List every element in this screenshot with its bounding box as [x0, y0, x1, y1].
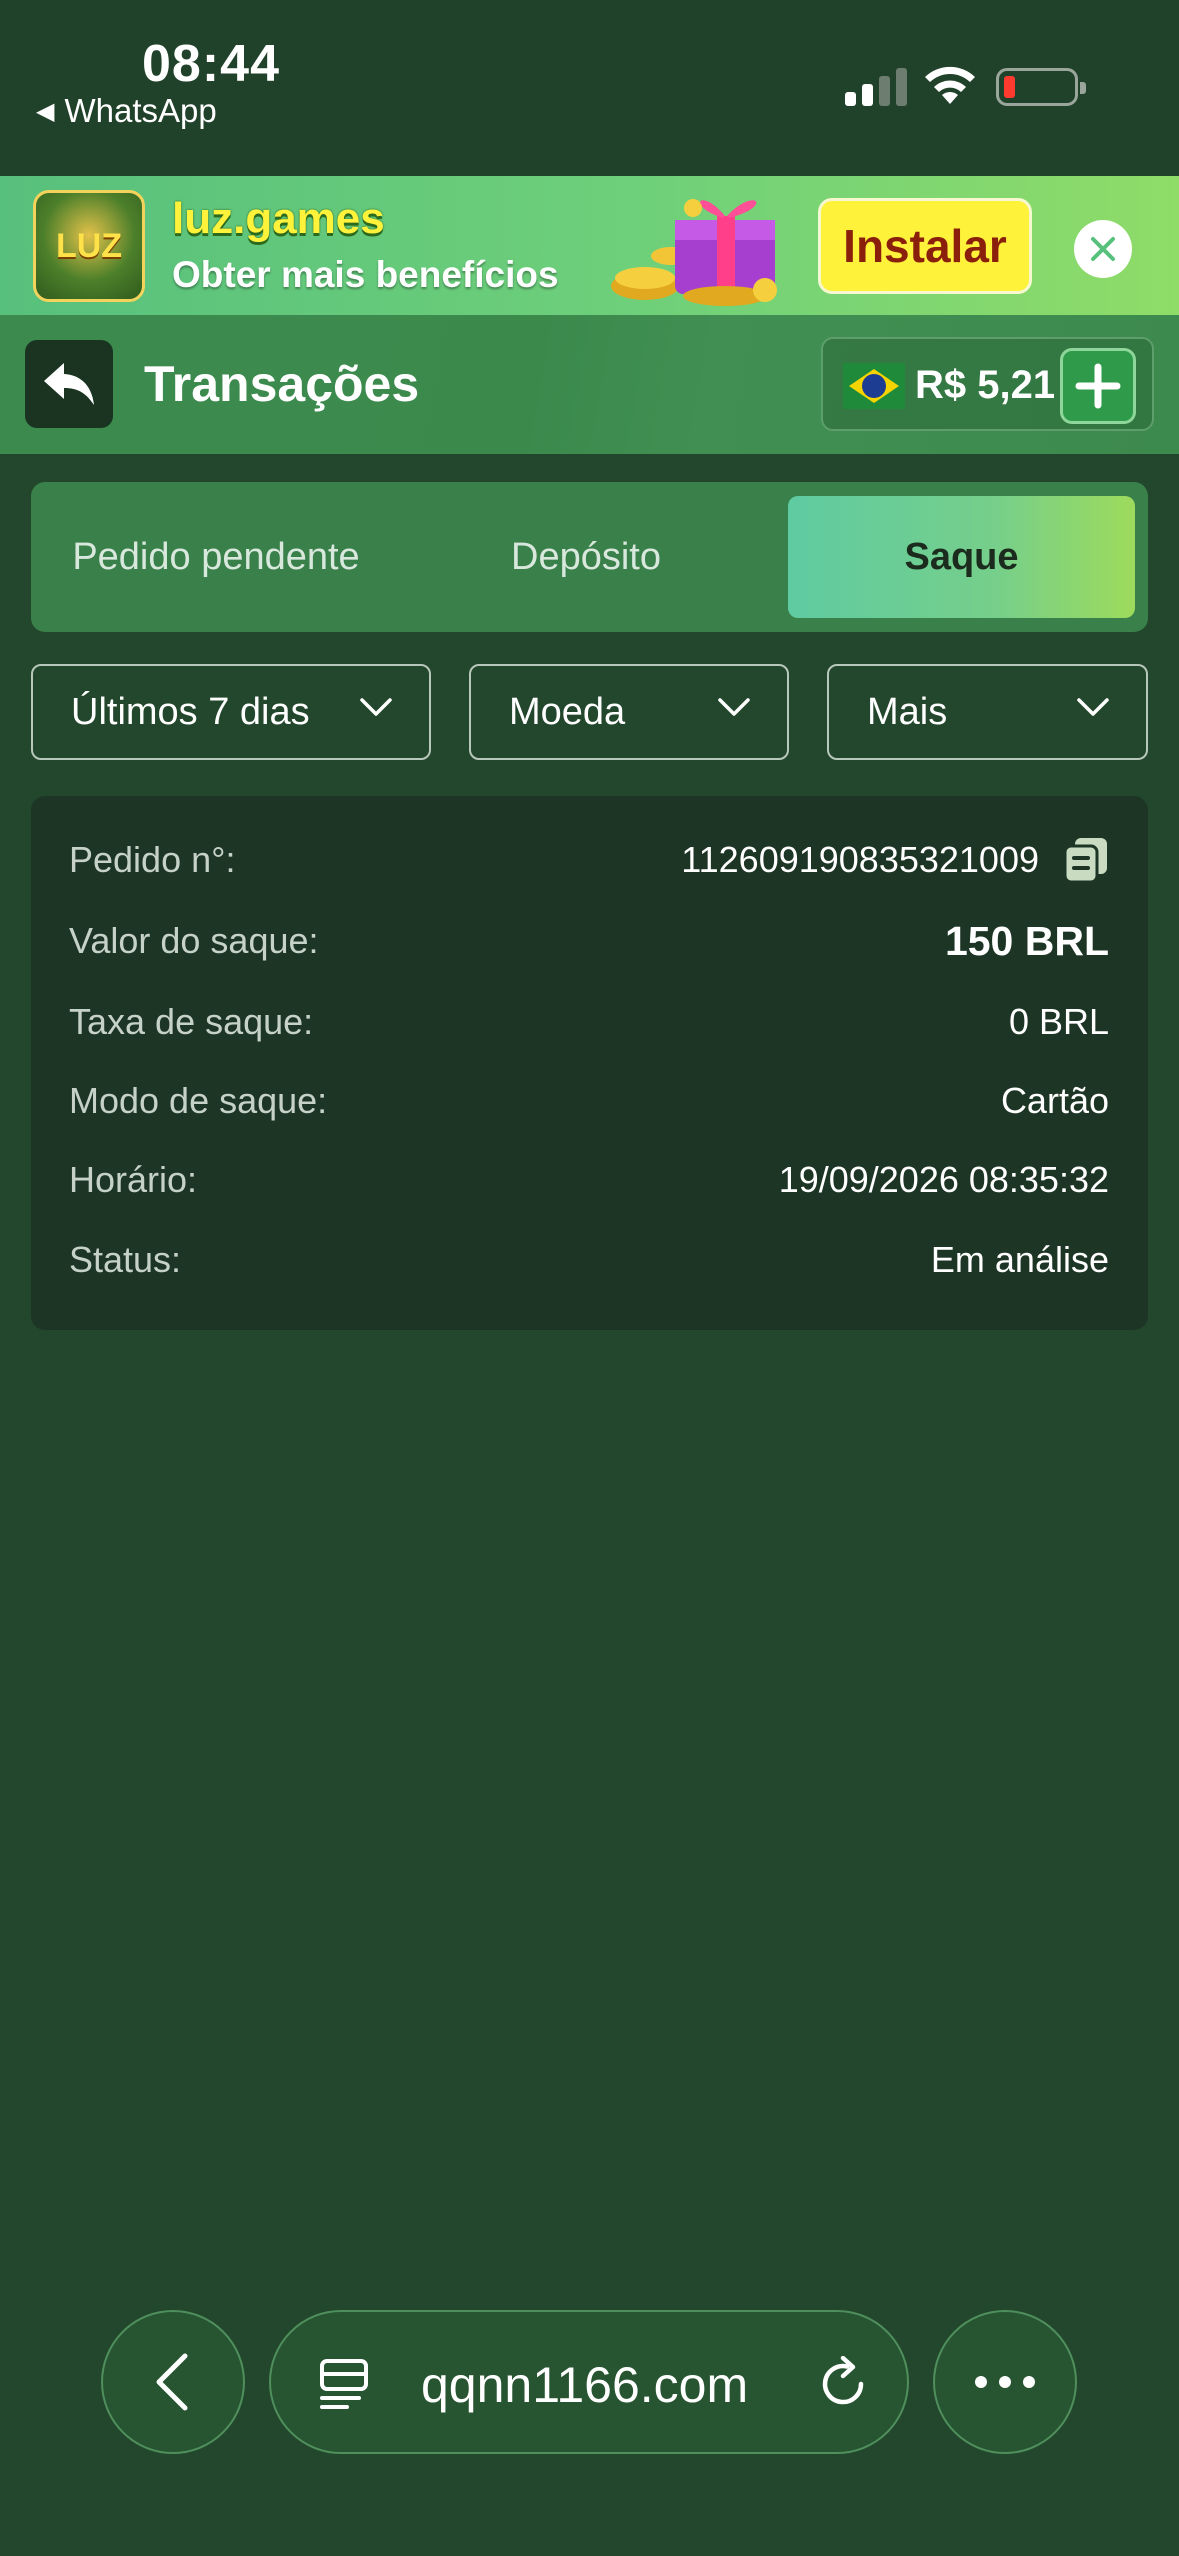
- back-to-app-link[interactable]: ◀ WhatsApp: [36, 92, 217, 130]
- status-row: Status: Em análise: [69, 1230, 1109, 1290]
- tab-withdrawal[interactable]: Saque: [788, 496, 1135, 618]
- back-triangle-icon: ◀: [36, 97, 55, 125]
- chevron-left-icon: [156, 2353, 188, 2411]
- withdrawal-fee-row: Taxa de saque: 0 BRL: [69, 992, 1109, 1052]
- page-title: Transações: [144, 356, 420, 412]
- plus-icon: [1075, 363, 1121, 409]
- balance-widget: R$ 5,21: [821, 337, 1154, 431]
- close-icon: [1091, 237, 1115, 261]
- balance-amount: R$ 5,21: [915, 363, 1056, 407]
- install-banner: LUZ luz.games Obter mais benefícios Inst…: [0, 176, 1179, 315]
- withdrawal-amount-value: 150 BRL: [944, 917, 1109, 964]
- transaction-card: Pedido n°: 112609190835321009 Valor do s…: [31, 796, 1148, 1330]
- back-button[interactable]: [25, 340, 113, 428]
- close-banner-button[interactable]: [1074, 220, 1132, 278]
- time-label: Horário:: [69, 1159, 198, 1200]
- withdrawal-mode-row: Modo de saque: Cartão: [69, 1071, 1109, 1131]
- currency-filter-label: Moeda: [509, 690, 626, 733]
- gift-coins-icon: [611, 199, 777, 306]
- brazil-flag-icon: [843, 363, 905, 409]
- withdrawal-amount-label: Valor do saque:: [69, 920, 319, 961]
- transaction-tabs: Pedido pendente Depósito Saque: [31, 482, 1148, 632]
- cellular-signal-icon: [845, 66, 907, 106]
- order-number-label: Pedido n°:: [69, 839, 236, 880]
- deposit-plus-button[interactable]: [1060, 348, 1136, 424]
- withdrawal-fee-value: 0 BRL: [1008, 1001, 1109, 1042]
- url-text: qqnn1166.com: [421, 2357, 749, 2413]
- status-time: 08:44: [142, 35, 280, 93]
- order-number-row: Pedido n°: 112609190835321009: [69, 830, 1109, 890]
- time-value: 19/09/2026 08:35:32: [778, 1159, 1109, 1200]
- browser-more-button[interactable]: [933, 2310, 1077, 2454]
- more-dots-icon: [975, 2376, 1035, 2388]
- status-label: Status:: [69, 1239, 182, 1280]
- page-header: Transações R$ 5,21: [0, 315, 1179, 454]
- more-filter-label: Mais: [867, 690, 948, 733]
- copy-icon[interactable]: [1063, 836, 1109, 884]
- reply-arrow-icon: [44, 363, 94, 405]
- status-bar: 08:44 ◀ WhatsApp: [0, 0, 1179, 176]
- withdrawal-mode-value: Cartão: [1000, 1080, 1109, 1121]
- time-row: Horário: 19/09/2026 08:35:32: [69, 1150, 1109, 1210]
- withdrawal-amount-row: Valor do saque: 150 BRL: [69, 911, 1109, 971]
- withdrawal-mode-label: Modo de saque:: [69, 1080, 328, 1121]
- more-filter-dropdown[interactable]: Mais: [827, 664, 1148, 760]
- chevron-down-icon: [360, 698, 392, 716]
- back-app-label: WhatsApp: [64, 92, 217, 129]
- status-value: Em análise: [930, 1239, 1109, 1280]
- period-filter-label: Últimos 7 dias: [71, 690, 310, 733]
- tab-deposit[interactable]: Depósito: [401, 482, 771, 632]
- currency-filter-dropdown[interactable]: Moeda: [469, 664, 789, 760]
- banner-subtitle: Obter mais benefícios: [172, 254, 559, 295]
- wifi-icon: [925, 66, 975, 104]
- reload-icon[interactable]: [817, 2356, 871, 2412]
- chevron-down-icon: [1077, 698, 1109, 716]
- install-button[interactable]: Instalar: [818, 198, 1032, 294]
- withdrawal-fee-label: Taxa de saque:: [69, 1001, 314, 1042]
- tab-pending-orders[interactable]: Pedido pendente: [31, 482, 401, 632]
- banner-title: luz.games: [172, 194, 385, 243]
- period-filter-dropdown[interactable]: Últimos 7 dias: [31, 664, 431, 760]
- address-bar[interactable]: qqnn1166.com: [269, 2310, 909, 2454]
- browser-back-button[interactable]: [101, 2310, 245, 2454]
- reader-icon: [320, 2359, 368, 2409]
- app-logo: LUZ: [33, 190, 145, 302]
- battery-icon: [996, 68, 1086, 106]
- order-number-value: 112609190835321009: [681, 839, 1039, 880]
- chevron-down-icon: [718, 698, 750, 716]
